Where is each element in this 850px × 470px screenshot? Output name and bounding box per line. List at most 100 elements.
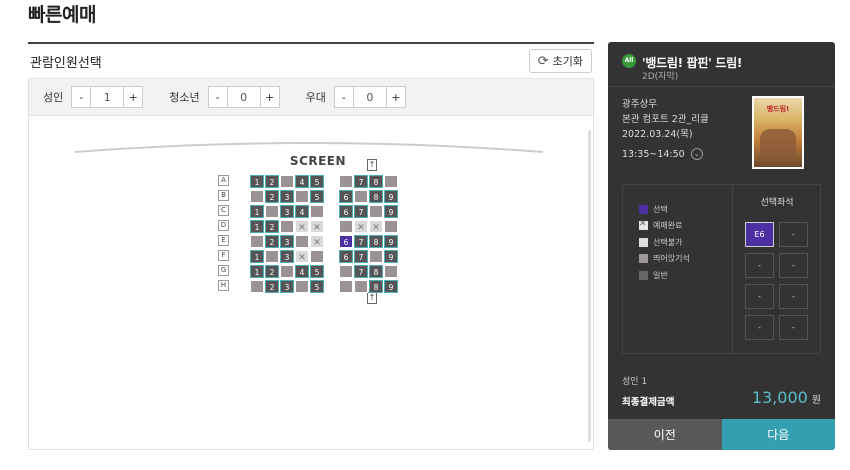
youth-plus-button[interactable]: +: [259, 86, 280, 108]
seat-available[interactable]: 1: [250, 265, 264, 278]
row-label: E: [218, 235, 229, 246]
counter-bar: 성인 - 1 + 청소년 - 0 + 우대 - 0 +: [28, 78, 594, 116]
youth-minus-button[interactable]: -: [207, 86, 228, 108]
headcount-panel: 관람인원선택 ⟳ 초기화 성인 - 1 + 청소년 - 0 + 우대 - 0 +: [28, 42, 594, 450]
seat-available[interactable]: 1: [250, 205, 264, 218]
seat-available[interactable]: 7: [354, 265, 368, 278]
seat-distance: [250, 280, 264, 293]
selected-seat-slot[interactable]: -: [779, 253, 808, 278]
screen-arc: [74, 142, 544, 153]
adult-plus-button[interactable]: +: [123, 86, 144, 108]
seat-available[interactable]: 9: [384, 235, 398, 248]
seat-available[interactable]: 9: [384, 280, 398, 293]
unavailable-swatch-icon: [639, 237, 648, 247]
seat-available[interactable]: 3: [280, 280, 294, 293]
seat-available[interactable]: 2: [265, 175, 279, 188]
seat-available[interactable]: 3: [280, 250, 294, 263]
seat-available[interactable]: 7: [354, 250, 368, 263]
seat-available[interactable]: 2: [265, 280, 279, 293]
seat-available[interactable]: 6: [339, 190, 353, 203]
seat-available[interactable]: 7: [354, 235, 368, 248]
selected-seat-slot[interactable]: -: [745, 253, 774, 278]
seat-available[interactable]: 4: [295, 205, 309, 218]
legend-label: 선택: [653, 204, 668, 214]
poster-title: 뱅드림!: [766, 105, 790, 113]
legend-label: 일반: [653, 270, 668, 280]
seat-selected[interactable]: 6: [339, 235, 353, 248]
preferential-plus-button[interactable]: +: [385, 86, 406, 108]
selected-seat-slot[interactable]: -: [779, 315, 808, 340]
page-title: 빠른예매: [28, 4, 96, 26]
show-time-row[interactable]: 13:35~14:50 ⌄: [622, 148, 703, 160]
counter-adult: 성인 - 1 +: [43, 86, 144, 108]
seat-distance: [384, 175, 398, 188]
legend-item-selected: 선택: [639, 201, 732, 218]
seat-distance: [280, 175, 294, 188]
selected-seat-slot[interactable]: E6: [745, 222, 774, 247]
seat-available[interactable]: 3: [280, 235, 294, 248]
seat-available[interactable]: 8: [369, 175, 383, 188]
seat-distance: [265, 250, 279, 263]
seat-distance: [250, 190, 264, 203]
seat-available[interactable]: 2: [265, 265, 279, 278]
selected-seat-slot[interactable]: -: [745, 315, 774, 340]
seat-distance: [295, 190, 309, 203]
seat-available[interactable]: 8: [369, 265, 383, 278]
seat-available[interactable]: 9: [384, 205, 398, 218]
seat-available[interactable]: 8: [369, 190, 383, 203]
seat-available[interactable]: 1: [250, 220, 264, 233]
seat-available[interactable]: 6: [339, 205, 353, 218]
seat-available[interactable]: 8: [369, 235, 383, 248]
seat-available[interactable]: 5: [310, 190, 324, 203]
selected-seats-title: 선택좌석: [760, 198, 794, 208]
next-button[interactable]: 다음: [721, 419, 835, 450]
seat-available[interactable]: 5: [310, 265, 324, 278]
seat-available[interactable]: 5: [310, 280, 324, 293]
row-label: A: [218, 175, 229, 186]
seat-available[interactable]: 9: [384, 190, 398, 203]
seat-available[interactable]: 9: [384, 250, 398, 263]
poster-figures: [760, 129, 796, 159]
seat-distance: [384, 265, 398, 278]
seat-available[interactable]: 4: [295, 265, 309, 278]
seat-distance: [295, 280, 309, 293]
seat-available[interactable]: 3: [280, 190, 294, 203]
seat-available[interactable]: 4: [295, 175, 309, 188]
seat-available[interactable]: 5: [310, 175, 324, 188]
seat-distance: [369, 205, 383, 218]
preferential-count: 0: [353, 86, 386, 108]
seat-available[interactable]: 1: [250, 250, 264, 263]
currency-unit: 원: [811, 395, 821, 406]
legend-item-unavailable: 선택불가: [639, 234, 732, 251]
total-amount: 13,000 원: [752, 388, 821, 407]
selected-seat-slot[interactable]: -: [779, 284, 808, 309]
divider: [608, 86, 835, 87]
seat-map-scrollbar[interactable]: [588, 130, 591, 442]
row-label: G: [218, 265, 229, 276]
selected-seat-slot[interactable]: -: [745, 284, 774, 309]
legend-item-booked: 예매완료: [639, 218, 732, 235]
seat-distance: [339, 280, 353, 293]
row-label: C: [218, 205, 229, 216]
movie-header: All '뱅드림! 팝핀' 드림!: [608, 42, 835, 71]
selected-seat-slot[interactable]: -: [779, 222, 808, 247]
seat-available[interactable]: 7: [354, 175, 368, 188]
reset-button[interactable]: ⟳ 초기화: [528, 49, 592, 73]
seat-available[interactable]: 2: [265, 190, 279, 203]
seat-distance: [384, 220, 398, 233]
counter-preferential: 우대 - 0 +: [306, 86, 406, 108]
seat-available[interactable]: 8: [369, 280, 383, 293]
prev-button[interactable]: 이전: [608, 419, 722, 450]
seat-available[interactable]: 6: [339, 250, 353, 263]
adult-minus-button[interactable]: -: [71, 86, 92, 108]
show-time: 13:35~14:50: [622, 148, 685, 160]
seat-available[interactable]: 3: [280, 205, 294, 218]
seat-available[interactable]: 1: [250, 175, 264, 188]
seat-available[interactable]: 2: [265, 220, 279, 233]
seat-available[interactable]: 2: [265, 235, 279, 248]
seat-legend-box: 선택 예매완료 선택불가 띄어앉기석 일반 선택좌석 E6 - - - - - …: [622, 184, 821, 354]
preferential-minus-button[interactable]: -: [333, 86, 354, 108]
show-date: 2022.03.24(목): [622, 129, 693, 140]
chevron-down-icon[interactable]: ⌄: [690, 148, 703, 160]
seat-available[interactable]: 7: [354, 205, 368, 218]
